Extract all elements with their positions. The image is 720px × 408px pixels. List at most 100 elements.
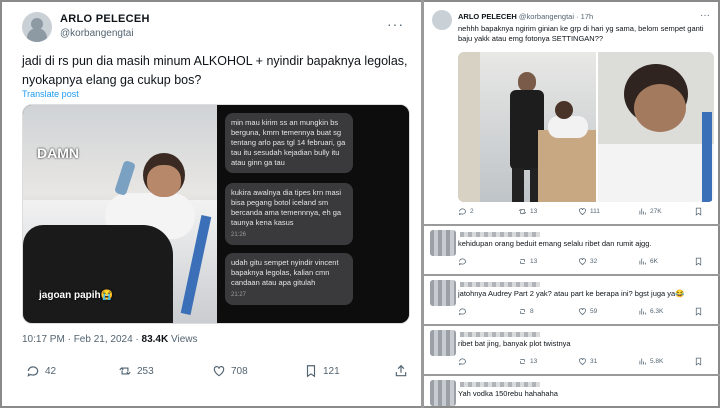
repost-button[interactable]: 13 (518, 357, 537, 366)
translate-link[interactable]: Translate post (22, 89, 79, 99)
chat-bubble-text: udah gitu sempet nyindir vincent bapakny… (231, 258, 339, 287)
views-count: 27K (650, 208, 662, 215)
heart-icon (579, 358, 586, 365)
repost-button[interactable]: 13 (518, 207, 537, 216)
hospital-photo[interactable]: DAMN jagoan papih😭 (23, 105, 217, 323)
reply-icon (458, 308, 466, 316)
left-tweet[interactable]: ARLO PELECEH @korbangengtai ··· jadi di … (6, 4, 418, 404)
like-button[interactable]: 708 (212, 364, 248, 378)
handle[interactable]: @korbangengtai · 17h (519, 12, 593, 21)
avatar[interactable] (22, 12, 52, 42)
reply-icon (458, 208, 466, 216)
repost-icon (520, 259, 525, 264)
chat-bubble-time: 21:26 (231, 232, 247, 238)
hospital-photo-closeup[interactable] (598, 52, 714, 202)
reply-item[interactable]: Yah vodka 150rebu hahahaha (424, 378, 718, 406)
tweet-media[interactable] (458, 52, 714, 202)
bookmark-button[interactable] (694, 307, 703, 316)
reply-text: Yah vodka 150rebu hahahaha (458, 389, 558, 398)
views-button[interactable]: 5.8K (638, 357, 663, 366)
reply-item[interactable]: jatohnya Audrey Part 2 yak? atau part ke… (424, 278, 718, 322)
blurred-username (460, 232, 540, 237)
avatar[interactable] (432, 10, 452, 30)
like-count: 708 (231, 365, 248, 377)
tweet-meta: 10:17 PM · Feb 21, 2024 · 83.4K Views (22, 334, 197, 345)
bookmark-button[interactable] (694, 257, 703, 266)
heart-icon (213, 366, 225, 377)
photo-illustration (598, 52, 714, 202)
bookmark-icon (695, 257, 702, 266)
like-count: 59 (590, 308, 598, 315)
reply-text: kehidupan orang beduit emang selalu ribe… (458, 239, 652, 248)
like-count: 32 (590, 258, 598, 265)
repost-count: 13 (530, 358, 538, 365)
bottle-shape (114, 159, 136, 197)
repost-count: 8 (530, 308, 534, 315)
views-icon (639, 358, 646, 365)
views-button[interactable]: 27K (638, 207, 662, 216)
reply-button[interactable] (458, 357, 467, 366)
blurred-avatar (430, 230, 456, 256)
timestamp[interactable]: 10:17 PM · Feb 21, 2024 · (22, 334, 142, 345)
more-options-icon[interactable]: ··· (700, 10, 710, 21)
repost-button[interactable]: 8 (518, 307, 534, 316)
bookmark-button[interactable] (694, 207, 703, 216)
reply-item[interactable]: ribet bat jing, banyak plot twistnya 13 … (424, 328, 718, 372)
chat-screenshot[interactable]: min mau kirim ss an mungkin bs berguna, … (217, 105, 409, 323)
right-tweet[interactable]: ARLO PELECEH @korbangengtai · 17h ··· ne… (424, 4, 718, 222)
views-count: 6K (650, 258, 658, 265)
chat-bubble: kukira awalnya dia tipes krn masi bisa p… (225, 183, 353, 245)
reply-count: 2 (470, 208, 474, 215)
more-options-icon[interactable]: ··· (387, 16, 404, 32)
view-label: Views (168, 334, 198, 345)
action-bar: 13 31 5.8K (458, 357, 714, 367)
views-button[interactable]: 6.3K (638, 307, 663, 316)
like-count: 31 (590, 358, 598, 365)
hospital-photo-standing-man[interactable] (458, 52, 596, 202)
blurred-avatar (430, 330, 456, 356)
reply-icon (458, 358, 466, 366)
heart-icon (579, 308, 586, 315)
action-bar: 2 13 111 27K (458, 207, 716, 219)
reply-button[interactable]: 2 (458, 207, 474, 216)
display-name[interactable]: ARLO PELECEH (458, 12, 517, 21)
like-button[interactable]: 31 (578, 357, 597, 366)
handle[interactable]: @korbangengtai (60, 28, 134, 39)
bookmark-button[interactable]: 121 (304, 364, 340, 378)
repost-count: 13 (530, 258, 538, 265)
separator (424, 374, 720, 376)
display-name-line[interactable]: ARLO PELECEH @korbangengtai · 17h (458, 12, 593, 21)
views-icon (639, 258, 646, 265)
bookmark-icon (306, 365, 316, 378)
chat-bubble-time: 21:27 (231, 292, 247, 298)
photo-caption-top: DAMN (37, 145, 79, 161)
reply-icon (27, 366, 39, 377)
photo-illustration (458, 52, 596, 202)
like-button[interactable]: 111 (578, 207, 600, 216)
tweet-media[interactable]: DAMN jagoan papih😭 min mau kirim ss an m… (22, 104, 410, 324)
views-button[interactable]: 6K (638, 257, 658, 266)
reply-icon (458, 258, 466, 266)
repost-button[interactable]: 253 (118, 364, 154, 378)
like-button[interactable]: 32 (578, 257, 597, 266)
blurred-username (460, 332, 540, 337)
reply-button[interactable]: 42 (26, 364, 56, 378)
blurred-username (460, 382, 540, 387)
tweet-text: nehhh bapaknya ngirim ginian ke grp di h… (458, 24, 704, 43)
display-name[interactable]: ARLO PELECEH (60, 13, 150, 25)
reply-button[interactable] (458, 257, 467, 266)
action-bar: 42 253 708 121 (22, 364, 412, 388)
repost-button[interactable]: 13 (518, 257, 537, 266)
view-count: 83.4K (141, 334, 169, 345)
reply-text: jatohnya Audrey Part 2 yak? atau part ke… (458, 289, 685, 298)
reply-item[interactable]: kehidupan orang beduit emang selalu ribe… (424, 228, 718, 272)
share-button[interactable] (394, 364, 408, 378)
separator (424, 274, 720, 276)
action-bar: 13 32 6K (458, 257, 714, 267)
bookmark-icon (695, 307, 702, 316)
reply-count: 42 (45, 365, 57, 377)
bookmark-button[interactable] (694, 357, 703, 366)
heart-icon (579, 208, 586, 215)
like-button[interactable]: 59 (578, 307, 597, 316)
reply-button[interactable] (458, 307, 467, 316)
